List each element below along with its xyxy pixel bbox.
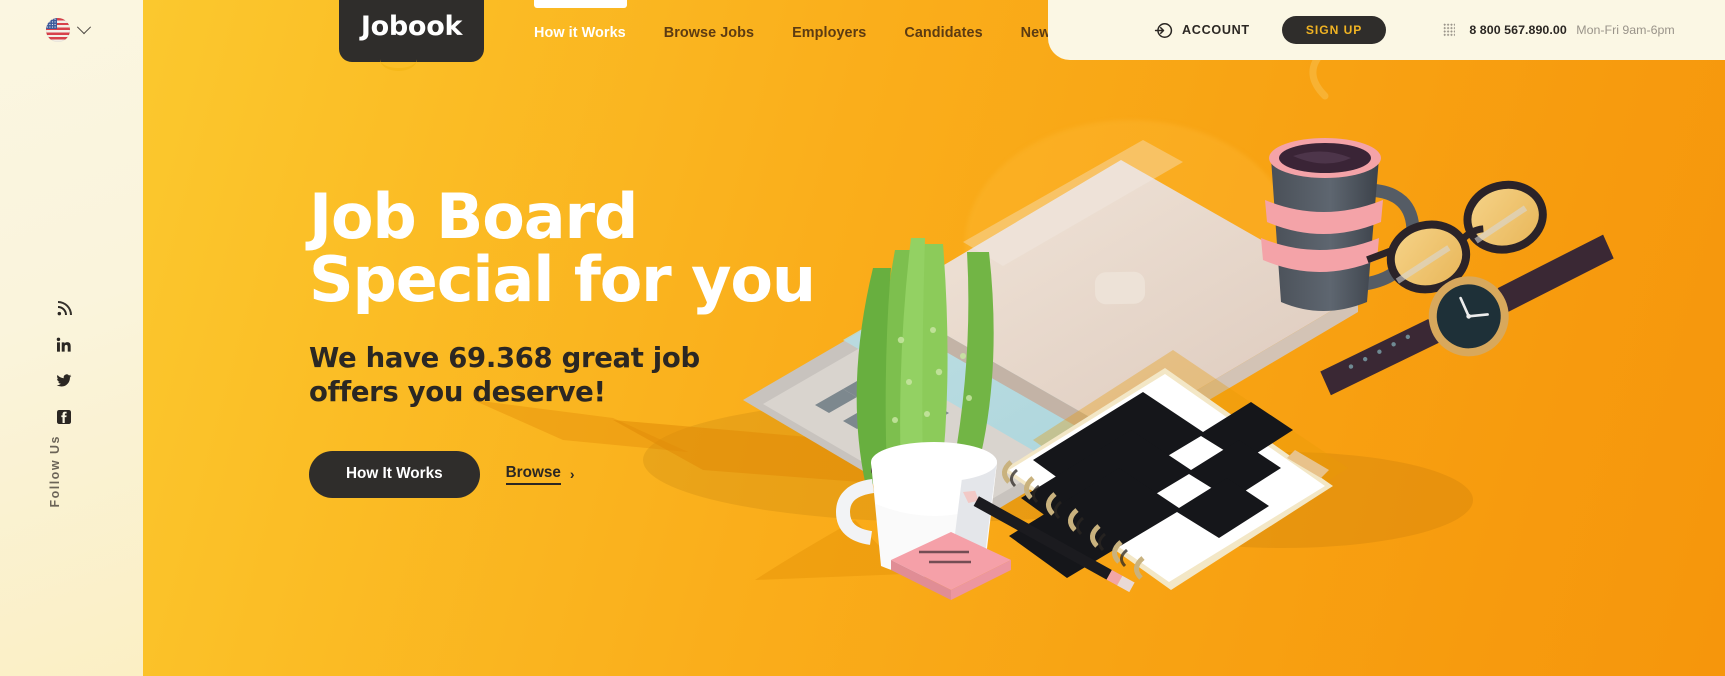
chevron-down-icon [76, 20, 92, 35]
page-title: Job Board Special for you [309, 185, 816, 317]
language-selector[interactable] [46, 18, 92, 42]
nav-item-browse-jobs[interactable]: Browse Jobs [645, 20, 773, 46]
dot-grid-icon [1443, 23, 1456, 37]
smile-icon [380, 57, 417, 71]
account-button[interactable]: ACCOUNT [1154, 21, 1250, 40]
hero-subtitle-line1: We have 69.368 great job [309, 342, 700, 375]
facebook-icon[interactable] [55, 408, 73, 426]
nav-item-candidates[interactable]: Candidates [885, 20, 1001, 46]
rss-icon[interactable] [55, 300, 73, 318]
hero-subtitle: We have 69.368 great job offers you dese… [309, 342, 815, 409]
phone-number[interactable]: 8 800 567.890.00 [1469, 23, 1566, 37]
logo[interactable]: Jobook [339, 0, 484, 71]
sign-up-button[interactable]: SIGN UP [1281, 16, 1387, 44]
hero-title-line1: Job Board [309, 180, 638, 253]
hero-copy: Job Board Special for you We have 69.368… [309, 185, 816, 498]
account-label: ACCOUNT [1182, 23, 1250, 37]
twitter-icon[interactable] [55, 372, 73, 390]
hero-section: Job Board Special for you We have 69.368… [143, 0, 1725, 676]
main-nav: How it Works Browse Jobs Employers Candi… [515, 0, 1078, 46]
decorative-blob [965, 120, 1295, 370]
hero-subtitle-line2: offers you deserve! [309, 376, 606, 409]
hero-title-line2: Special for you [309, 243, 816, 317]
chevron-right-icon: › [569, 466, 575, 483]
how-it-works-button[interactable]: How It Works [309, 450, 480, 498]
login-arrow-icon [1154, 22, 1173, 38]
linkedin-icon[interactable] [55, 336, 73, 354]
header-utility-panel: ACCOUNT SIGN UP 8 800 567.890.00 Mon-Fri… [1048, 0, 1725, 60]
hero-cta-group: How It Works Browse › [309, 450, 815, 498]
nav-item-employers[interactable]: Employers [773, 20, 885, 46]
browse-link[interactable]: Browse › [505, 464, 575, 485]
phone-hours: Mon-Fri 9am-6pm [1576, 23, 1675, 37]
follow-us-label: Follow Us [48, 435, 62, 508]
social-links [55, 300, 73, 426]
browse-link-label: Browse [505, 464, 561, 485]
us-flag-icon [46, 18, 70, 42]
left-rail: Follow Us [0, 0, 143, 676]
nav-item-how-it-works[interactable]: How it Works [515, 0, 645, 46]
logo-text: Jobook [360, 11, 463, 42]
phone-info: 8 800 567.890.00 Mon-Fri 9am-6pm [1443, 21, 1675, 39]
page-root: Job Board Special for you We have 69.368… [0, 0, 1725, 676]
